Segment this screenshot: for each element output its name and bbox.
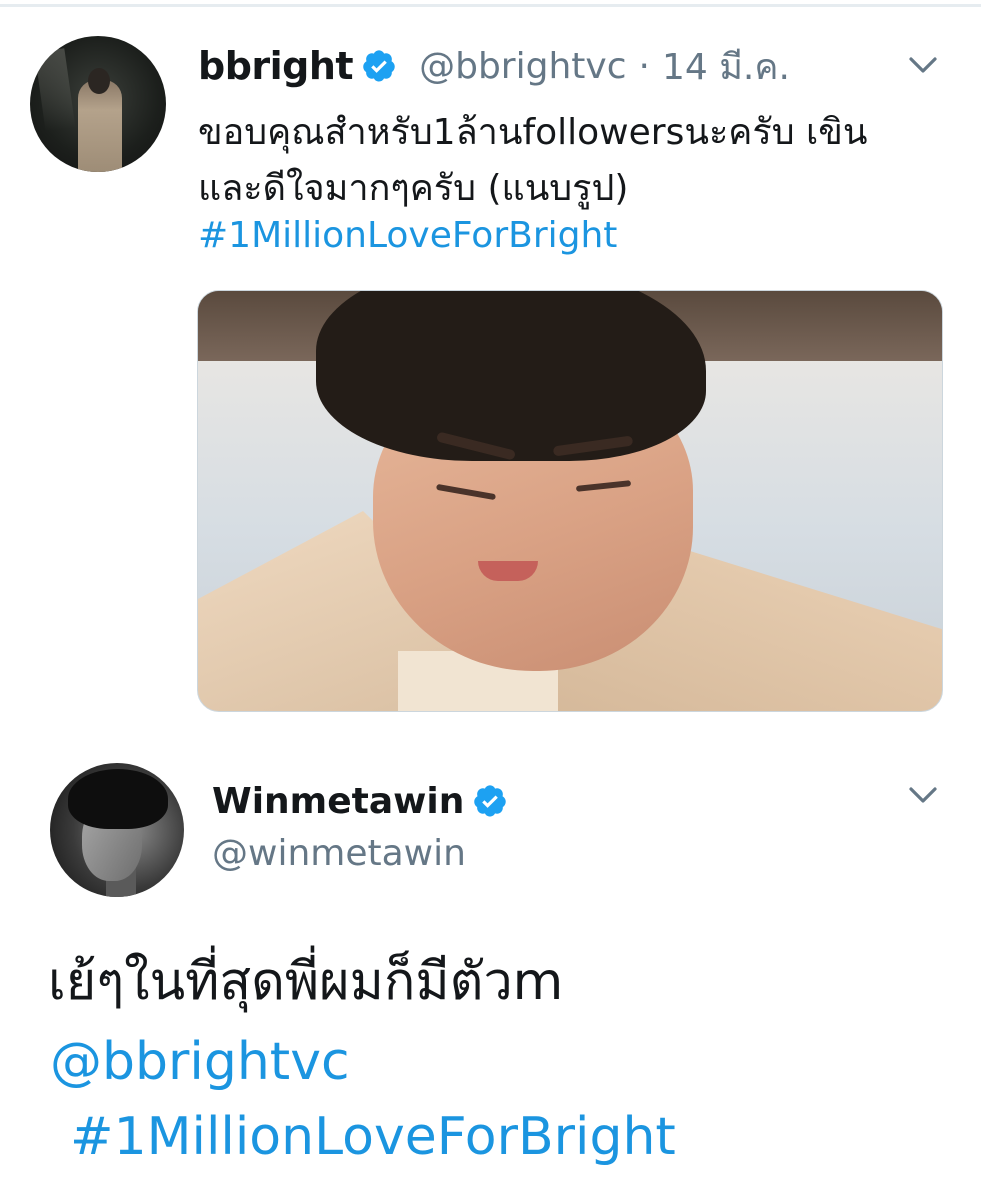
avatar-hair [68, 769, 168, 829]
verified-badge-icon [363, 50, 395, 82]
chevron-down-icon[interactable] [903, 50, 943, 80]
tweet-photo[interactable] [197, 290, 943, 712]
handle-2[interactable]: @winmetawin [212, 833, 466, 874]
separator-dot: · [638, 45, 650, 87]
avatar-bbright[interactable] [30, 36, 166, 172]
tweet-bbright[interactable]: bbright @bbrightvc · 14 มี.ค. ขอบคุณสำหร… [0, 0, 981, 730]
tweet-text-line-1: ขอบคุณสำหรับ1ล้านfollowersนะครับ เขิน [198, 112, 868, 153]
tweet-header-2: Winmetawin [212, 775, 508, 827]
avatar-light [34, 48, 76, 132]
photo-hair [316, 291, 706, 461]
handle[interactable]: @bbrightvc [419, 46, 626, 87]
tweet-text: ขอบคุณสำหรับ1ล้านfollowersนะครับ เขิน แล… [198, 105, 958, 217]
verified-badge-icon [474, 785, 507, 817]
hashtag-link[interactable]: #1MillionLoveForBright [198, 208, 617, 264]
avatar-head [88, 68, 110, 94]
display-name[interactable]: bbright [198, 44, 354, 88]
mention-link[interactable]: @bbrightvc [50, 1030, 350, 1094]
hashtag-link-2[interactable]: #1MillionLoveForBright [70, 1105, 676, 1169]
tweet-header: bbright @bbrightvc · 14 มี.ค. [198, 40, 790, 92]
avatar-winmetawin[interactable] [50, 763, 184, 897]
chevron-down-icon[interactable] [903, 780, 943, 810]
timestamp[interactable]: 14 มี.ค. [662, 38, 790, 95]
tweet-text-2: เย้ๆในที่สุดพี่ผมก็มีตัวm [48, 952, 564, 1012]
display-name-2[interactable]: Winmetawin [212, 781, 464, 822]
